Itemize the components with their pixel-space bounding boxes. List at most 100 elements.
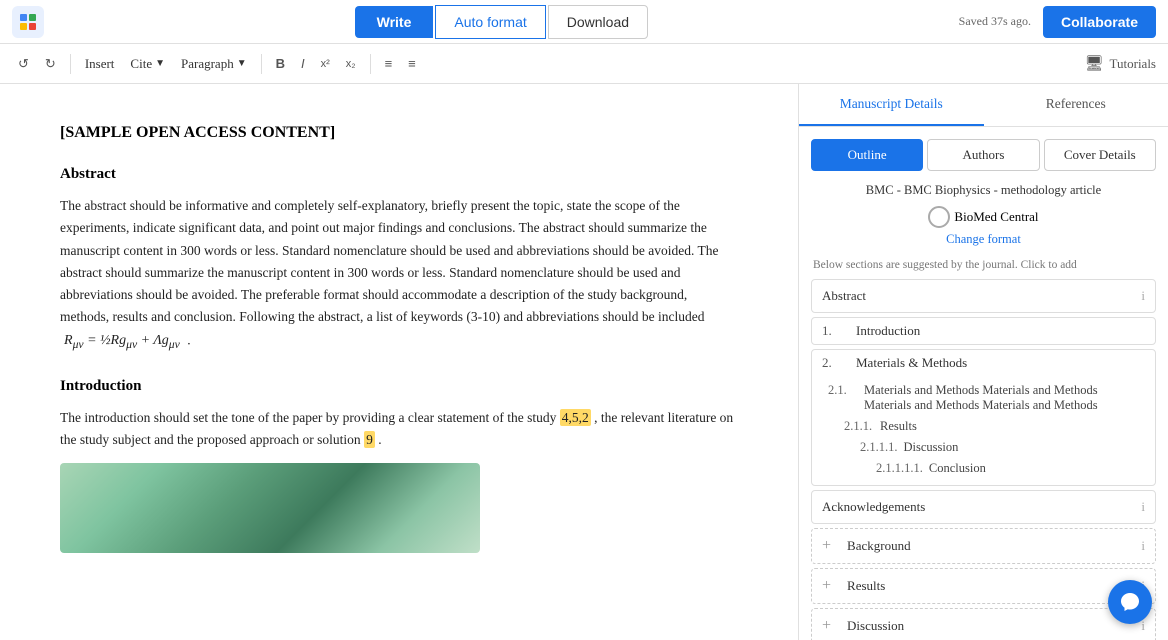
panel-content: Outline Authors Cover Details BMC - BMC … (799, 127, 1168, 640)
cite-chevron-icon: ▼ (155, 58, 165, 69)
nested-label-21111: Conclusion (929, 461, 986, 476)
italic-button[interactable]: I (295, 52, 311, 75)
outline-materials-label: Materials & Methods (856, 355, 1145, 371)
outline-intro-item[interactable]: 1. Introduction (812, 318, 1155, 344)
abstract-paragraph: The abstract should be informative and c… (60, 195, 738, 354)
sub-tab-cover-details[interactable]: Cover Details (1044, 139, 1156, 171)
abstract-text: The abstract should be informative and c… (60, 198, 718, 324)
citation-highlight: 4,5,2 (560, 409, 591, 426)
outline-item-21[interactable]: 2.1. Materials and Methods Materials and… (828, 380, 1145, 416)
chat-button[interactable] (1108, 580, 1152, 624)
toolbar-separator-1 (70, 54, 71, 74)
intro-citation-num: 9 (364, 431, 375, 448)
formula-end: . (187, 332, 190, 347)
journal-info: BMC - BMC Biophysics - methodology artic… (811, 183, 1156, 198)
biomed-label: BioMed Central (954, 209, 1038, 225)
redo-button[interactable]: ↻ (39, 52, 62, 76)
undo-button[interactable]: ↺ (12, 52, 35, 76)
sub-tab-authors[interactable]: Authors (927, 139, 1039, 171)
info-icon-background[interactable]: i (1141, 538, 1145, 554)
saved-status: Saved 37s ago. (959, 14, 1031, 29)
outline-nested-21: 2.1. Materials and Methods Materials and… (812, 376, 1155, 485)
outline-results-item[interactable]: + Results i (812, 569, 1155, 603)
abstract-heading: Abstract (60, 166, 738, 183)
tutorials-icon: 🖥 (1084, 54, 1103, 73)
outline-acknowledgements-item[interactable]: Acknowledgements i (812, 491, 1155, 523)
outline-discussion-label: Discussion (847, 618, 904, 634)
outline-deeper: 2.1.1. Results 2.1.1.1. Discussion 2.1.1… (828, 416, 1145, 479)
superscript-button[interactable]: x² (315, 54, 336, 74)
journal-logo: BioMed Central (811, 206, 1156, 228)
autoformat-button[interactable]: Auto format (435, 5, 545, 39)
outline-background-label: Background (847, 538, 911, 554)
biomed-logo: BioMed Central (928, 206, 1038, 228)
right-panel: Manuscript Details References Outline Au… (798, 84, 1168, 640)
outline-deepest-2: 2.1.1.1.1. Conclusion (860, 458, 1145, 479)
info-icon-acknowledgements[interactable]: i (1141, 499, 1145, 515)
change-format-link[interactable]: Change format (811, 232, 1156, 247)
outline-item-21111[interactable]: 2.1.1.1.1. Conclusion (876, 458, 1145, 479)
outline-discussion-item[interactable]: + Discussion i (812, 609, 1155, 640)
toolbar-separator-2 (261, 54, 262, 74)
nav-left (12, 6, 44, 38)
biomed-circle-icon (928, 206, 950, 228)
outline-abstract-label: Abstract (822, 288, 866, 304)
subscript-button[interactable]: x₂ (340, 54, 362, 74)
main-layout: [SAMPLE OPEN ACCESS CONTENT] Abstract Th… (0, 84, 1168, 640)
introduction-heading: Introduction (60, 378, 738, 395)
panel-tabs: Manuscript Details References (799, 84, 1168, 127)
sub-tabs: Outline Authors Cover Details (811, 139, 1156, 171)
collaborate-button[interactable]: Collaborate (1043, 6, 1156, 38)
tutorials-label: Tutorials (1110, 56, 1156, 72)
outline-intro-label: Introduction (856, 323, 1145, 339)
number-list-button[interactable]: ≡ (402, 52, 422, 75)
toolbar-separator-3 (370, 54, 371, 74)
download-button[interactable]: Download (548, 5, 648, 39)
bullet-list-button[interactable]: ≡ (379, 52, 399, 75)
outline-materials-item[interactable]: 2. Materials & Methods (812, 350, 1155, 376)
bold-button[interactable]: B (270, 52, 291, 75)
nested-label-21: Materials and Methods Materials and Meth… (864, 383, 1145, 413)
intro-text: The introduction should set the tone of … (60, 410, 556, 425)
add-icon-background[interactable]: + (822, 537, 831, 555)
formula: Rμν = ½Rgμν + Λgμν (64, 329, 180, 354)
nav-right: Saved 37s ago. Collaborate (959, 6, 1156, 38)
outline-intro-section: 1. Introduction (811, 317, 1156, 345)
tutorials-link[interactable]: 🖥 Tutorials (1084, 54, 1156, 73)
nav-center: Write Auto format Download (355, 5, 648, 39)
outline-background-item[interactable]: + Background i (812, 529, 1155, 563)
outline-abstract-item[interactable]: Abstract i (812, 280, 1155, 312)
logo-icon[interactable] (12, 6, 44, 38)
cite-label: Cite (130, 56, 152, 72)
write-button[interactable]: Write (355, 6, 434, 38)
tab-references[interactable]: References (984, 84, 1168, 126)
outline-materials-num: 2. (822, 355, 850, 371)
outline-materials-section: 2. Materials & Methods 2.1. Materials an… (811, 349, 1156, 486)
outline-abstract-section: Abstract i (811, 279, 1156, 313)
intro-end: . (378, 432, 381, 447)
nested-num-211: 2.1.1. (844, 419, 874, 434)
insert-label: Insert (85, 56, 115, 72)
toolbar: ↺ ↻ Insert Cite ▼ Paragraph ▼ B I x² x₂ … (0, 44, 1168, 84)
outline-item-211[interactable]: 2.1.1. Results (844, 416, 1145, 437)
cite-dropdown[interactable]: Cite ▼ (124, 52, 171, 76)
tab-manuscript-details[interactable]: Manuscript Details (799, 84, 984, 126)
sub-tab-outline[interactable]: Outline (811, 139, 923, 171)
abstract-text-end: included (658, 309, 705, 324)
add-icon-discussion[interactable]: + (822, 617, 831, 635)
outline-discussion-section: + Discussion i (811, 608, 1156, 640)
add-icon-results[interactable]: + (822, 577, 831, 595)
outline-deepest: 2.1.1.1. Discussion 2.1.1.1.1. Conclusio… (844, 437, 1145, 479)
info-icon-abstract[interactable]: i (1141, 288, 1145, 304)
outline-background-section: + Background i (811, 528, 1156, 564)
outline-item-2111[interactable]: 2.1.1.1. Discussion (860, 437, 1145, 458)
nested-num-21111: 2.1.1.1.1. (876, 461, 923, 476)
section-hint: Below sections are suggested by the jour… (811, 259, 1156, 271)
nested-label-2111: Discussion (904, 440, 959, 455)
paragraph-dropdown[interactable]: Paragraph ▼ (175, 52, 253, 76)
insert-dropdown[interactable]: Insert (79, 52, 121, 76)
introduction-paragraph: The introduction should set the tone of … (60, 407, 738, 452)
document-title: [SAMPLE OPEN ACCESS CONTENT] (60, 124, 738, 142)
top-navigation: Write Auto format Download Saved 37s ago… (0, 0, 1168, 44)
editor-area[interactable]: [SAMPLE OPEN ACCESS CONTENT] Abstract Th… (0, 84, 798, 640)
